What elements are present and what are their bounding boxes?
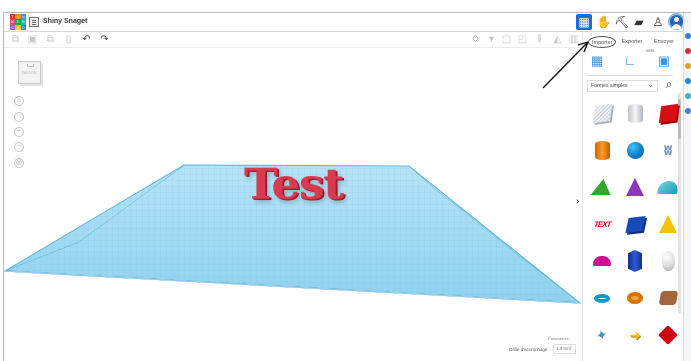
half-sphere-shape[interactable] — [587, 246, 617, 276]
arrow-shape[interactable]: ➜ — [620, 320, 650, 350]
half-sphere-shape-icon — [593, 256, 611, 266]
box-shape[interactable] — [587, 98, 617, 128]
redo-icon[interactable]: ↷ — [98, 33, 111, 46]
torus-shape[interactable] — [587, 283, 617, 313]
send-to-suffix: vers — [646, 48, 655, 53]
logo-letter-d: D — [20, 24, 26, 30]
duplicate-icon[interactable]: ⧉ — [44, 33, 57, 46]
shape-category-select[interactable]: Formes simples — [587, 79, 658, 92]
grid-view-icon[interactable]: ▦ — [576, 14, 592, 30]
paraboloid-shape[interactable] — [653, 246, 683, 276]
polygon-shape[interactable] — [620, 246, 650, 276]
edit-toolbar: ⧉ ▣ ⧉ ▯ ↶ ↷ ♢ ▾ ▢ ◰ ⫴ ◭ ▥ — [4, 32, 582, 48]
collapse-panel-icon[interactable]: › — [576, 197, 579, 207]
top-margin — [0, 0, 691, 12]
cylinder-shape-icon — [627, 103, 643, 123]
sphere-shape[interactable] — [620, 135, 650, 165]
gem-shape-icon — [658, 325, 678, 345]
star-shape[interactable]: ✦ — [587, 320, 617, 350]
wedge-shape-icon — [658, 291, 678, 305]
ungroup-icon[interactable]: ◰ — [516, 33, 529, 46]
pyramid-shape[interactable] — [653, 209, 683, 239]
box-shape-navy[interactable] — [620, 209, 650, 239]
hammer-pick-icon[interactable]: ⛏ — [614, 14, 630, 30]
right-rail-icon[interactable] — [685, 78, 691, 84]
cone-shape[interactable] — [620, 172, 650, 202]
torus-shape-icon — [594, 293, 610, 303]
sphere-shape-icon — [626, 141, 644, 159]
red-box-shape-icon — [658, 103, 678, 123]
hand-icon[interactable]: ✋ — [596, 14, 612, 30]
snap-grid-label: Grille d'accrochage — [509, 347, 548, 352]
annotation-arrow — [542, 41, 589, 89]
visibility-dropdown-icon[interactable]: ▾ — [485, 33, 498, 46]
round-roof-shape-icon — [657, 180, 679, 194]
scribble-shape[interactable]: ʬ — [653, 135, 683, 165]
shapes-panel: Importer Exporter Envoyer vers ▦ ∟ ▣ Forme… — [582, 32, 683, 361]
right-rail-icon[interactable] — [685, 33, 691, 39]
right-rail-icon[interactable] — [685, 63, 691, 69]
polygon-shape-icon — [628, 250, 642, 272]
top-bar: TINKERCAD Shiny Snaget ▦ ✋ ⛏ ▰ ♙ — [4, 13, 685, 32]
roof-shape[interactable] — [587, 172, 617, 202]
search-icon[interactable]: ⌕ — [662, 77, 676, 91]
app-logo[interactable]: TINKERCAD — [10, 14, 26, 30]
bricks-icon[interactable]: ▰ — [631, 14, 647, 30]
add-user-icon[interactable]: ♙ — [650, 14, 666, 30]
snap-grid-select[interactable]: 1.0 mm — [553, 344, 576, 354]
roof-shape-icon — [590, 179, 614, 195]
send-to-tab[interactable]: Envoyer — [649, 36, 679, 48]
home-view-icon[interactable]: ⌂ — [14, 96, 24, 106]
fit-view-icon[interactable]: ◌ — [14, 112, 24, 122]
3d-workplane-view[interactable]: DROITE ⌂ ◌ + − ◎ Test Paramètres Grille d'ac… — [4, 48, 582, 361]
round-roof-shape[interactable] — [653, 172, 683, 202]
tinkercad-app: TINKERCAD Shiny Snaget ▦ ✋ ⛏ ▰ ♙ ⧉ ▣ ⧉ ▯ ↶ ↷ ♢ ▾ ▢ ◰ ⫴… — [0, 0, 691, 361]
red-box-shape[interactable] — [653, 98, 683, 128]
box-shape-icon — [592, 103, 612, 123]
right-rail-icon[interactable] — [685, 108, 691, 114]
view-cube[interactable]: DROITE — [18, 61, 41, 84]
scribble-shape-icon: ʬ — [663, 141, 673, 159]
undo-icon[interactable]: ↶ — [80, 33, 93, 46]
text-shape[interactable]: TEXT — [587, 209, 617, 239]
orange-cylinder-shape[interactable] — [587, 135, 617, 165]
menu-icon[interactable] — [29, 17, 39, 27]
box-shape-navy-icon — [624, 215, 646, 233]
parameters-label[interactable]: Paramètres — [548, 336, 569, 341]
copy-icon[interactable]: ⧉ — [9, 33, 22, 46]
3d-text-object[interactable]: Test — [244, 163, 344, 205]
cylinder-shape[interactable] — [620, 98, 650, 128]
ruler-view-icon[interactable]: ∟ — [622, 52, 638, 69]
right-rail — [683, 13, 691, 361]
orange-cylinder-shape-icon — [594, 140, 610, 160]
wedge-shape[interactable] — [653, 283, 683, 313]
star-shape-icon: ✦ — [594, 325, 610, 344]
paraboloid-shape-icon — [661, 251, 675, 271]
delete-icon[interactable]: ▯ — [62, 33, 75, 46]
project-title[interactable]: Shiny Snaget — [43, 18, 87, 25]
zoom-in-icon[interactable]: + — [14, 127, 24, 137]
perspective-icon[interactable]: ◎ — [14, 158, 24, 168]
pyramid-shape-icon — [659, 215, 677, 233]
zoom-out-icon[interactable]: − — [14, 142, 24, 152]
cone-shape-icon — [626, 178, 644, 196]
export-tab[interactable]: Exporter — [618, 36, 646, 48]
paste-icon[interactable]: ▣ — [26, 33, 39, 46]
right-rail-icon[interactable] — [685, 48, 691, 54]
group-icon[interactable]: ▢ — [500, 33, 513, 46]
notes-view-icon[interactable]: ▣ — [656, 52, 672, 69]
panel-divider — [587, 75, 673, 76]
right-rail-icon[interactable] — [685, 93, 691, 99]
tube-shape-icon — [627, 292, 643, 304]
gem-shape[interactable] — [653, 320, 683, 350]
text-shape-icon: TEXT — [592, 219, 612, 229]
tube-shape[interactable] — [620, 283, 650, 313]
light-bulb-icon[interactable]: ♢ — [469, 33, 482, 46]
arrow-shape-icon: ➜ — [629, 326, 641, 343]
